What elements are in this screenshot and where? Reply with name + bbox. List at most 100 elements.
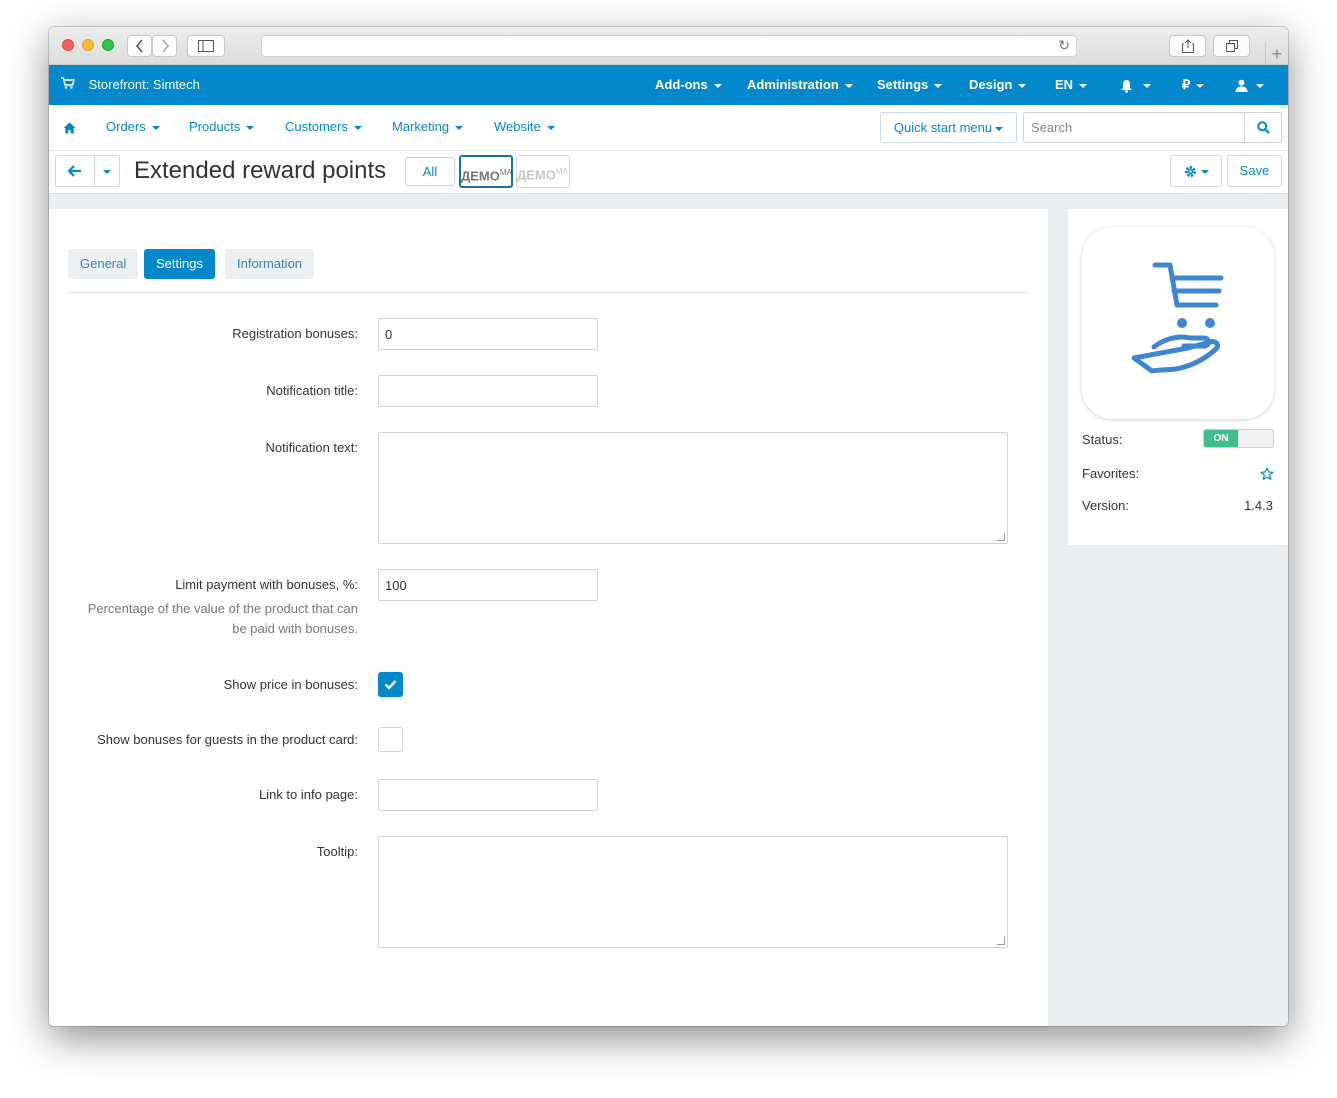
storefront-link[interactable]: Storefront: Simtech [61,65,200,105]
home-icon [63,122,76,134]
home-link[interactable] [63,105,76,149]
arrow-left-icon [68,165,81,177]
search-box [1023,112,1282,143]
chevron-right-icon [161,39,169,53]
status-toggle-value: ON [1204,430,1238,447]
browser-back-button[interactable] [127,35,152,57]
user-icon [1235,79,1248,93]
quick-start-menu-button[interactable]: Quick start menu [880,112,1017,143]
back-history-dropdown[interactable] [94,155,120,187]
tab-general[interactable]: General [68,249,139,279]
tab-information[interactable]: Information [225,249,315,279]
reload-icon[interactable]: ↻ [1058,37,1070,54]
storefront-all-button[interactable]: All [405,157,455,186]
notification-title-label: Notification title: [266,383,358,398]
tooltip-textarea[interactable] [378,836,1008,948]
page-title: Extended reward points [134,157,387,184]
caret-down-icon [103,169,111,174]
version-label: Version: [1082,498,1129,513]
nav-language[interactable]: EN [1055,65,1088,105]
caret-down-icon [455,125,464,130]
storefront-label: Storefront: Simtech [88,77,200,92]
caret-down-icon [353,125,362,130]
tab-settings[interactable]: Settings [144,249,215,279]
checkmark-icon [384,680,397,690]
back-button[interactable] [55,155,95,187]
page-toolbar: Extended reward points All ДЕМОMA ДЕМОMA… [49,151,1288,194]
show-guests-label: Show bonuses for guests in the product c… [97,732,358,747]
limit-payment-label: Limit payment with bonuses, %: [175,577,358,592]
search-button[interactable] [1244,113,1281,142]
limit-payment-input[interactable] [378,569,598,601]
status-toggle[interactable]: ON [1203,429,1274,448]
registration-bonuses-label: Registration bonuses: [232,326,358,341]
status-label: Status: [1082,432,1123,447]
notification-text-textarea[interactable] [378,432,1008,544]
caret-down-icon [151,125,160,130]
favorites-label: Favorites: [1082,466,1140,481]
caret-down-icon [995,126,1004,131]
caret-down-icon [1079,83,1088,88]
zoom-window-button[interactable] [102,39,114,51]
nav-orders[interactable]: Orders [106,105,160,149]
settings-gear-dropdown[interactable] [1170,155,1222,187]
chevron-left-icon [135,39,143,53]
new-tab-button[interactable]: + [1265,43,1288,65]
show-price-checkbox[interactable] [378,672,403,697]
sidebar-toggle-button[interactable] [187,35,225,57]
share-icon [1181,39,1194,53]
nav-settings[interactable]: Settings [877,65,943,105]
nav-design[interactable]: Design [969,65,1027,105]
registration-bonuses-input[interactable] [378,318,598,350]
browser-window: ↻ + Storefront: Simtech Add-ons Administ… [49,27,1288,1026]
resize-handle[interactable] [997,533,1005,541]
gear-icon [1185,166,1196,177]
show-price-label: Show price in bonuses: [223,677,358,692]
tabs-overview-button[interactable] [1213,35,1250,57]
close-window-button[interactable] [62,39,74,51]
nav-currency[interactable]: ₽ [1182,65,1205,105]
storefront-demo-button[interactable]: ДЕМОMA [459,155,513,188]
link-info-label: Link to info page: [258,787,358,802]
caret-down-icon [1018,83,1027,88]
nav-products[interactable]: Products [189,105,255,149]
nav-notifications[interactable] [1120,65,1151,105]
nav-customers[interactable]: Customers [285,105,362,149]
resize-handle[interactable] [997,937,1005,945]
address-bar[interactable]: ↻ [261,35,1077,57]
nav-addons[interactable]: Add-ons [655,65,722,105]
caret-down-icon [1143,83,1151,88]
share-button[interactable] [1169,35,1206,57]
tabs-icon [1225,40,1238,52]
nav-administration[interactable]: Administration [747,65,853,105]
admin-subnav: Orders Products Customers Marketing Webs… [49,105,1288,151]
cart-icon [61,77,75,89]
link-info-input[interactable] [378,779,598,811]
notification-text-label: Notification text: [265,440,359,455]
caret-down-icon [546,125,555,130]
tabs-divider [68,292,1028,293]
caret-down-icon [1196,83,1205,88]
caret-down-icon [934,83,943,88]
version-value: 1.4.3 [1244,498,1273,513]
search-icon [1257,121,1270,134]
notification-title-input[interactable] [378,375,598,407]
star-icon[interactable] [1260,467,1274,481]
bell-icon [1121,79,1132,93]
caret-down-icon [844,83,853,88]
browser-forward-button[interactable] [152,35,177,57]
nav-user-profile[interactable] [1235,65,1264,105]
storefront-demo-button-2[interactable]: ДЕМОMA [516,155,570,188]
limit-payment-help-line-2: be paid with bonuses. [232,621,358,636]
nav-website[interactable]: Website [494,105,555,149]
caret-down-icon [713,83,722,88]
nav-marketing[interactable]: Marketing [392,105,464,149]
save-button[interactable]: Save [1227,155,1282,187]
minimize-window-button[interactable] [82,39,94,51]
search-input[interactable] [1024,113,1244,142]
admin-topbar: Storefront: Simtech Add-ons Administrati… [49,65,1288,105]
show-guests-checkbox[interactable] [378,727,403,752]
addon-logo [1082,227,1274,419]
limit-payment-help-line-1: Percentage of the value of the product t… [87,601,358,616]
browser-titlebar: ↻ + [49,27,1288,65]
